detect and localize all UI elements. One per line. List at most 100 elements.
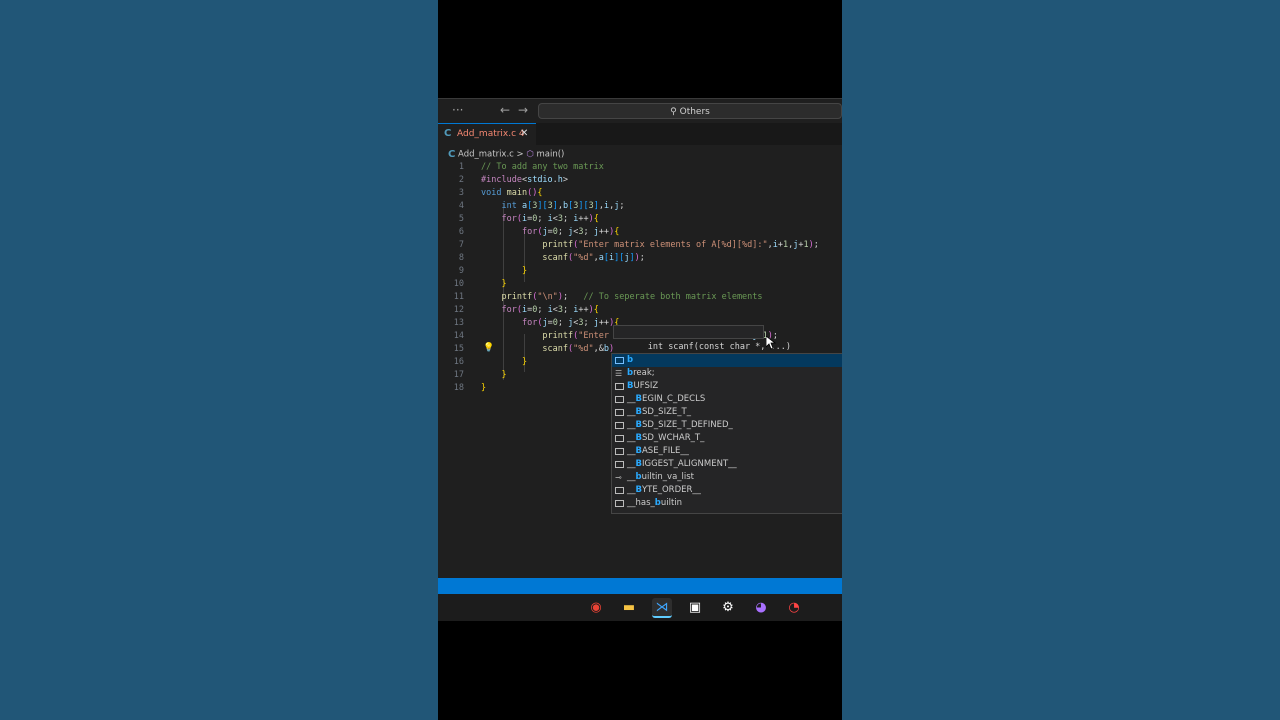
settings-icon[interactable]: ⚙ [718, 598, 738, 618]
line-number: 6 [458, 227, 464, 237]
line-number: 7 [458, 240, 464, 250]
suggestion-item[interactable]: __BIGGEST_ALIGNMENT__ [612, 458, 842, 471]
forward-arrow-icon[interactable]: → [518, 103, 528, 117]
store-icon[interactable]: ▣ [685, 598, 705, 618]
code-line[interactable]: 11 printf("\n"); // To seperate both mat… [438, 291, 842, 304]
constant-icon [615, 435, 624, 442]
editor-tab-bar: C Add_matrix.c 4 ✕ [438, 123, 842, 145]
constant-icon [615, 461, 624, 468]
line-number: 10 [453, 279, 464, 289]
line-number: 3 [458, 188, 464, 198]
method-icon: ⬡ [526, 149, 534, 160]
constant-icon [615, 448, 624, 455]
suggestion-item[interactable]: __BASE_FILE__ [612, 445, 842, 458]
code-line[interactable]: 3 void main(){ [438, 187, 842, 200]
code-text: for(j=0; j<3; j++){ [521, 227, 620, 237]
var-icon [615, 357, 624, 364]
code-text: #include<stdio.h> [481, 175, 569, 185]
breadcrumb-symbol[interactable]: main() [537, 150, 565, 160]
clock-icon[interactable]: ◔ [784, 598, 804, 618]
code-text: } [521, 357, 528, 367]
suggestion-label: __BASE_FILE__ [627, 446, 689, 456]
suggestion-item[interactable]: __has_builtin [612, 497, 842, 510]
chevron-right-icon: > [516, 149, 524, 160]
suggestion-item[interactable]: __BSD_SIZE_T_DEFINED_ [612, 419, 842, 432]
code-text: } [521, 266, 528, 276]
constant-icon [615, 487, 624, 494]
constant-icon [615, 422, 624, 429]
suggestion-item[interactable]: __BSD_SIZE_T_ [612, 406, 842, 419]
line-number: 2 [458, 175, 464, 185]
line-number: 17 [453, 370, 464, 380]
line-number: 4 [458, 201, 464, 211]
title-bar: ··· ← → ⚲ Others [438, 98, 842, 123]
messenger-icon[interactable]: ◕ [751, 598, 771, 618]
code-text: // To add any two matrix [481, 162, 604, 172]
code-text: } [481, 383, 487, 393]
constant-icon [615, 409, 624, 416]
suggestion-item[interactable]: BUFSIZ [612, 380, 842, 393]
code-line[interactable]: 5 for(i=0; i<3; i++){ [438, 213, 842, 226]
command-center-search[interactable]: ⚲ Others [538, 103, 842, 119]
suggestion-item[interactable]: ☰ break; [612, 367, 842, 380]
suggestion-item[interactable]: __BYTE_ORDER__ [612, 484, 842, 497]
tab-add-matrix[interactable]: C Add_matrix.c 4 ✕ [438, 123, 536, 145]
line-number: 13 [453, 318, 464, 328]
breadcrumb-file[interactable]: Add_matrix.c [458, 150, 514, 160]
more-icon[interactable]: ··· [452, 103, 463, 117]
line-number: 8 [458, 253, 464, 263]
code-line[interactable]: 9 } [438, 265, 842, 278]
type-icon: ⊸ [615, 473, 622, 482]
constant-icon [615, 383, 624, 390]
line-number: 14 [453, 331, 464, 341]
suggestion-item[interactable]: ⊸ __builtin_va_list [612, 471, 842, 484]
code-line[interactable]: 8 scanf("%d",a[i][j]); [438, 252, 842, 265]
code-line[interactable]: 1 // To add any two matrix [438, 161, 842, 174]
line-number: 9 [458, 266, 464, 276]
line-number: 1 [458, 162, 464, 172]
constant-icon [615, 500, 624, 507]
code-text: scanf("%d",a[i][j]); [542, 253, 645, 263]
code-line[interactable]: 12 for(i=0; i<3; i++){ [438, 304, 842, 317]
code-text: printf("\n"); // To seperate both matrix… [501, 292, 763, 302]
line-number: 18 [453, 383, 464, 393]
tab-label: Add_matrix.c 4 [457, 129, 525, 139]
code-line[interactable]: 4 int a[3][3],b[3][3],i,j; [438, 200, 842, 213]
constant-icon [615, 396, 624, 403]
c-file-icon: C [448, 149, 456, 160]
code-line[interactable]: 10 } [438, 278, 842, 291]
suggestion-label: __BSD_SIZE_T_ [627, 407, 691, 417]
suggestion-label: break; [627, 368, 655, 378]
code-text: int a[3][3],b[3][3],i,j; [501, 201, 625, 211]
suggestion-item[interactable]: b [612, 354, 842, 367]
code-line[interactable]: 7 printf("Enter matrix elements of A[%d]… [438, 239, 842, 252]
vscode-icon[interactable]: ⋊ [652, 598, 672, 618]
lightbulb-icon[interactable]: 💡 [483, 343, 494, 353]
back-arrow-icon[interactable]: ← [500, 103, 510, 117]
suggestion-label: BUFSIZ [627, 381, 659, 391]
code-text: } [501, 370, 507, 380]
code-line[interactable]: 6 for(j=0; j<3; j++){ [438, 226, 842, 239]
signature-help-popup: int scanf(const char *, ...) [613, 325, 791, 352]
suggestion-item[interactable]: __BSD_WCHAR_T_ [612, 432, 842, 445]
suggestion-label: __has_builtin [627, 498, 683, 508]
file-explorer-icon[interactable]: ▬ [619, 598, 639, 618]
line-number: 5 [458, 214, 464, 224]
suggestion-label: b [627, 355, 634, 365]
code-editor[interactable]: C Add_matrix.c > ⬡ main() 1 // To add any… [438, 145, 842, 578]
code-text: void main(){ [481, 188, 543, 198]
close-icon[interactable]: ✕ [520, 128, 528, 139]
code-text: for(i=0; i<3; i++){ [501, 214, 599, 224]
code-text: printf("Enter matrix elements of A[%d][%… [542, 240, 819, 250]
suggestion-item[interactable]: __BEGIN_C_DECLS [612, 393, 842, 406]
suggestion-label: __BSD_WCHAR_T_ [627, 433, 705, 443]
screen-frame: ··· ← → ⚲ Others C Add_matrix.c 4 ✕ C Ad… [438, 0, 842, 720]
suggestion-label: __builtin_va_list [627, 472, 695, 482]
code-line[interactable]: 2 #include<stdio.h> [438, 174, 842, 187]
chrome-icon[interactable]: ◉ [586, 598, 606, 618]
status-bar [438, 578, 842, 594]
suggestion-label: __BIGGEST_ALIGNMENT__ [627, 459, 737, 469]
line-number: 16 [453, 357, 464, 367]
c-file-icon: C [444, 128, 452, 139]
suggestion-label: __BEGIN_C_DECLS [627, 394, 706, 404]
